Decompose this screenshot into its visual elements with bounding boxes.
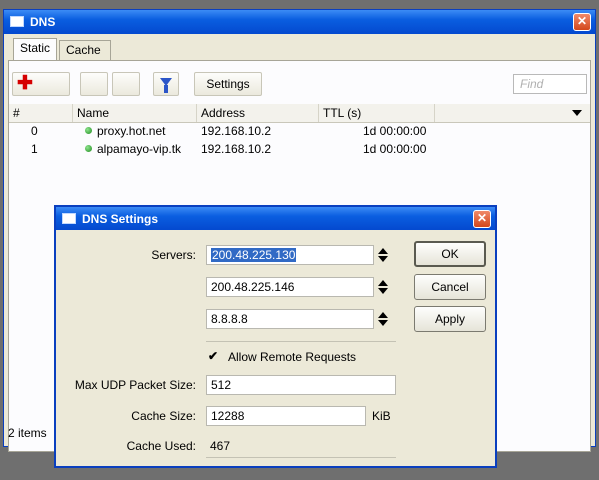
- server-value-1: 200.48.225.130: [211, 248, 297, 262]
- cache-used-underline: [206, 457, 396, 458]
- server-input-2[interactable]: 200.48.225.146: [206, 277, 374, 297]
- allow-remote-checkbox[interactable]: ✔: [208, 350, 220, 362]
- separator: [206, 341, 396, 342]
- find-placeholder: Find: [520, 77, 544, 91]
- server-input-1[interactable]: 200.48.225.130: [206, 245, 374, 265]
- row-number: 1: [31, 142, 38, 156]
- cache-size-value: 12288: [211, 409, 245, 423]
- max-udp-input[interactable]: 512: [206, 375, 396, 395]
- tab-cache-label: Cache: [66, 43, 101, 57]
- row-name: alpamayo-vip.tk: [97, 142, 182, 156]
- status-bar-count: 2 items: [8, 426, 47, 440]
- dns-window-titlebar[interactable]: DNS ✕: [4, 10, 595, 34]
- table-row[interactable]: 0 proxy.hot.net 192.168.10.2 1d 00:00:00: [9, 123, 590, 139]
- server-value-2: 200.48.225.146: [211, 280, 295, 294]
- cache-size-unit: KiB: [372, 409, 391, 423]
- dns-window-title: DNS: [30, 15, 56, 29]
- remove-button[interactable]: [80, 72, 108, 96]
- row-name: proxy.hot.net: [97, 124, 166, 138]
- apply-button[interactable]: Apply: [414, 306, 486, 332]
- row-number: 0: [31, 124, 38, 138]
- row-ttl: 1d 00:00:00: [363, 142, 427, 156]
- close-icon[interactable]: ✕: [573, 13, 591, 31]
- dns-settings-title: DNS Settings: [82, 212, 159, 226]
- window-icon: [62, 213, 76, 224]
- cancel-button[interactable]: Cancel: [414, 274, 486, 300]
- settings-button[interactable]: Settings: [194, 72, 262, 96]
- server-1-updown-icon[interactable]: [378, 248, 388, 262]
- allow-remote-label: Allow Remote Requests: [228, 350, 357, 364]
- column-header-name[interactable]: Name: [73, 104, 197, 122]
- ok-button[interactable]: OK: [414, 241, 486, 267]
- table-header: # Name Address TTL (s): [9, 104, 590, 123]
- filter-icon: [160, 78, 172, 93]
- cache-size-input[interactable]: 12288: [206, 406, 366, 426]
- window-icon: [10, 16, 24, 27]
- dns-settings-titlebar[interactable]: DNS Settings ✕: [56, 207, 495, 230]
- tab-static-label: Static: [20, 41, 51, 55]
- cache-size-label: Cache Size:: [131, 409, 196, 423]
- plus-icon: ✚: [17, 73, 33, 94]
- filter-button[interactable]: [153, 72, 179, 96]
- row-address: 192.168.10.2: [201, 124, 272, 138]
- dns-settings-dialog: DNS Settings ✕ Servers: 200.48.225.130 2…: [54, 205, 497, 468]
- servers-label: Servers:: [151, 248, 196, 262]
- tab-static[interactable]: Static: [13, 38, 58, 60]
- row-ttl: 1d 00:00:00: [363, 124, 427, 138]
- find-input[interactable]: Find: [513, 74, 587, 94]
- server-3-updown-icon[interactable]: [378, 312, 388, 326]
- max-udp-value: 512: [211, 378, 232, 392]
- table-row[interactable]: 1 alpamayo-vip.tk 192.168.10.2 1d 00:00:…: [9, 141, 590, 157]
- column-header-number-label: #: [13, 106, 20, 120]
- server-value-3: 8.8.8.8: [211, 312, 248, 326]
- enable-button[interactable]: [112, 72, 140, 96]
- server-2-updown-icon[interactable]: [378, 280, 388, 294]
- ok-button-label: OK: [441, 247, 459, 261]
- close-icon[interactable]: ✕: [473, 210, 491, 228]
- apply-button-label: Apply: [434, 312, 466, 326]
- column-header-name-label: Name: [77, 106, 110, 120]
- column-header-ttl[interactable]: TTL (s): [319, 104, 435, 122]
- server-input-3[interactable]: 8.8.8.8: [206, 309, 374, 329]
- column-header-ttl-label: TTL (s): [323, 106, 362, 120]
- column-menu-arrow-icon[interactable]: [572, 110, 582, 116]
- cancel-button-label: Cancel: [431, 280, 469, 294]
- status-dot-icon: [85, 145, 92, 152]
- tab-cache[interactable]: Cache: [59, 40, 111, 60]
- row-address: 192.168.10.2: [201, 142, 272, 156]
- column-header-address-label: Address: [201, 106, 246, 120]
- column-header-number[interactable]: #: [9, 104, 73, 122]
- cache-used-value: 467: [210, 439, 231, 453]
- column-header-address[interactable]: Address: [197, 104, 319, 122]
- cache-used-label: Cache Used:: [126, 439, 196, 453]
- max-udp-label: Max UDP Packet Size:: [74, 378, 196, 392]
- status-dot-icon: [85, 127, 92, 134]
- settings-button-label: Settings: [206, 77, 250, 91]
- add-button[interactable]: ✚: [12, 72, 70, 96]
